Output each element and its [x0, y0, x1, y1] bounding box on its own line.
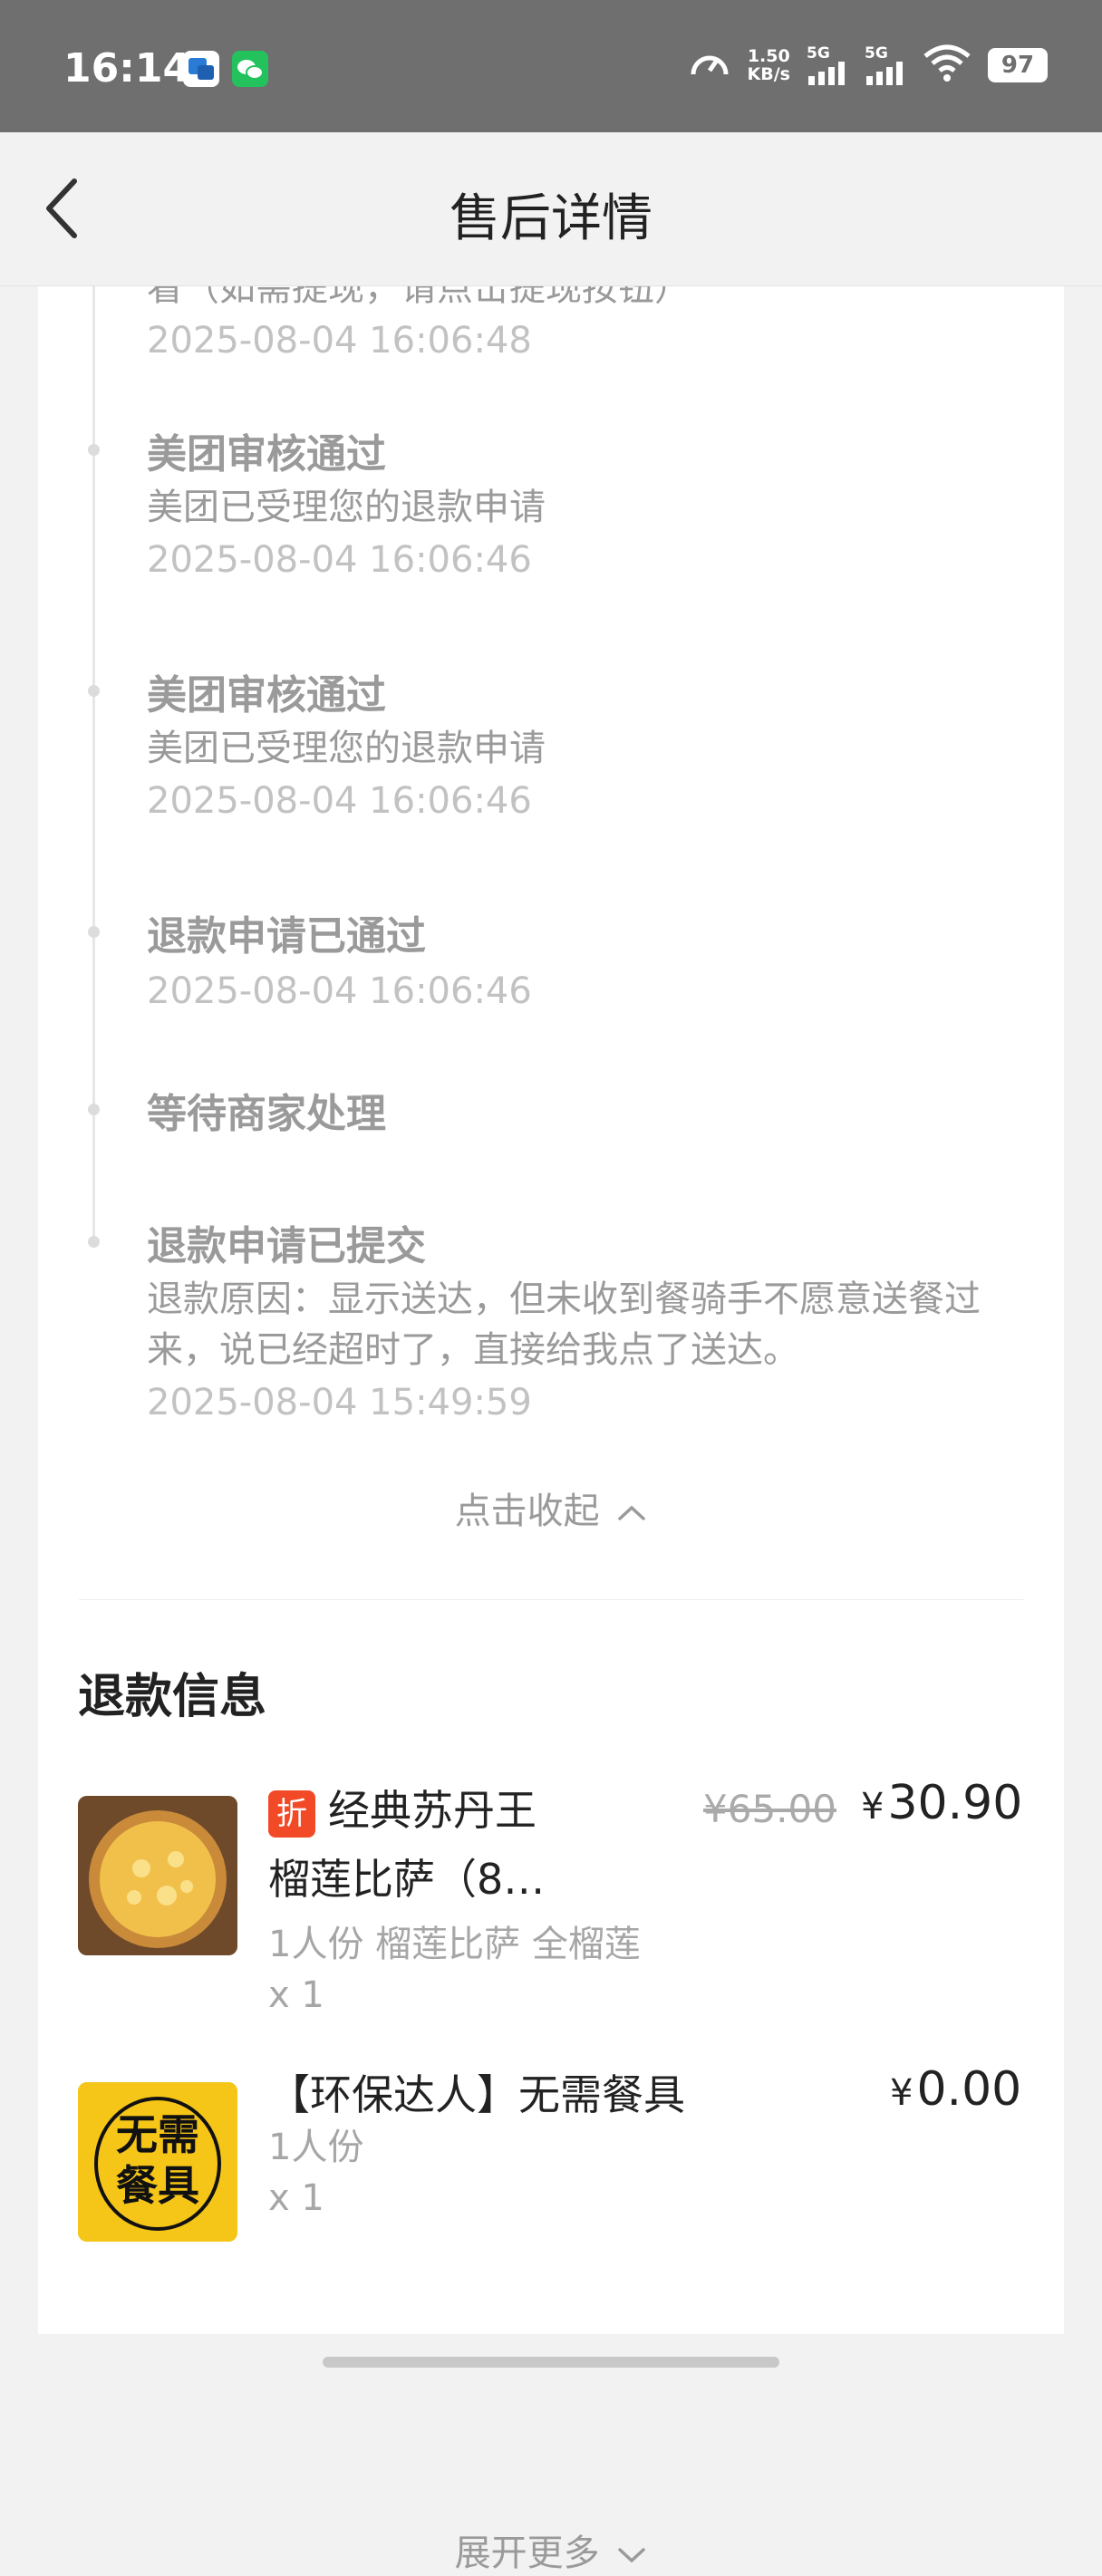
refund-price: ¥30.90	[861, 1776, 1022, 1830]
timeline-title: 退款申请已提交	[147, 1223, 426, 1269]
no-utensils-image-text: 无需餐具	[116, 2110, 199, 2210]
timeline-time: 2025-08-04 16:06:46	[147, 539, 532, 581]
refund-info-title: 退款信息	[78, 1670, 267, 1724]
net-speed-unit: KB/s	[747, 64, 790, 84]
speedometer-icon	[688, 43, 731, 87]
timeline-dot	[88, 1104, 100, 1115]
product-spec: 1人份 榴莲比萨 全榴莲	[268, 1924, 641, 1965]
original-price: ¥65.00	[703, 1787, 836, 1831]
collapse-button[interactable]: 点击收起	[38, 1481, 1064, 1534]
timeline-title: 退款申请已通过	[147, 913, 426, 960]
battery-indicator: 97	[988, 48, 1048, 82]
timeline-item: 美团审核通过 美团已受理您的退款申请 2025-08-04 16:06:46	[147, 669, 1035, 828]
refund-price: ¥0.00	[890, 2062, 1021, 2117]
timeline-dot	[88, 444, 100, 456]
timeline-line	[92, 272, 95, 1241]
pizza-image[interactable]	[78, 1796, 237, 1955]
timeline-time: 2025-08-04 16:06:46	[147, 970, 532, 1012]
wifi-icon	[923, 43, 972, 87]
currency-symbol: ¥	[861, 1786, 884, 1828]
timeline-desc: 美团已受理您的退款申请	[147, 728, 546, 769]
wechat-icon	[232, 51, 268, 87]
timeline-dot	[88, 926, 100, 938]
collapse-label: 点击收起	[454, 1491, 600, 1532]
timeline-desc: 退款原因：显示送达，但未收到餐骑手不愿意送餐过来，说已经超时了，直接给我点了送达…	[147, 1278, 981, 1371]
no-utensils-image[interactable]: 无需餐具	[78, 2082, 237, 2242]
page-title: 售后详情	[450, 189, 652, 248]
after-sale-card: 看（如需提现，请点击提现按钮） 2025-08-04 16:06:48 美团审核…	[38, 267, 1064, 2574]
status-time: 16:14	[63, 45, 191, 92]
timeline-time: 2025-08-04 15:49:59	[147, 1382, 532, 1423]
signal-icon-2: 5G	[865, 45, 906, 85]
status-right-group: 1.50 KB/s 5G 5G 97	[688, 43, 1048, 87]
home-indicator[interactable]	[323, 2357, 779, 2368]
signal-icon-1: 5G	[807, 45, 848, 85]
nav-bar: 售后详情	[0, 132, 1102, 286]
chevron-down-icon	[618, 2548, 646, 2563]
currency-symbol: ¥	[890, 2072, 914, 2114]
discount-badge: 折	[268, 1790, 315, 1838]
product-name-line1: 经典苏丹王	[328, 1786, 536, 1835]
timeline-dot	[88, 1236, 100, 1248]
product-spec: 1人份	[268, 2127, 364, 2168]
timeline-dot	[88, 685, 100, 697]
timeline-item: 等待商家处理	[147, 1087, 1035, 1142]
signal-label-1: 5G	[807, 44, 830, 63]
product-qty: x 1	[268, 2177, 324, 2219]
signal-label-2: 5G	[865, 44, 888, 63]
timeline-desc: 美团已受理您的退款申请	[147, 487, 546, 528]
timeline-item: 退款申请已提交 退款原因：显示送达，但未收到餐骑手不愿意送餐过来，说已经超时了，…	[147, 1220, 1035, 1430]
product-name-line2[interactable]: 榴莲比萨（8…	[268, 1845, 545, 1914]
status-bar: 16:14 1.50 KB/s 5G 5G 97	[0, 0, 1102, 132]
product-name[interactable]: 【环保达人】无需餐具	[268, 2060, 685, 2129]
timeline-item: 美团审核通过 美团已受理您的退款申请 2025-08-04 16:06:46	[147, 428, 1035, 587]
chevron-up-icon	[618, 1505, 646, 1520]
divider	[79, 1599, 1023, 1600]
timeline-time: 2025-08-04 16:06:46	[147, 780, 532, 822]
net-speed-value: 1.50	[747, 46, 790, 66]
refund-price-value: 0.00	[916, 2062, 1022, 2117]
refund-price-value: 30.90	[887, 1776, 1023, 1830]
timeline-title: 美团审核通过	[147, 672, 386, 719]
expand-more-label: 展开更多	[454, 2533, 600, 2574]
product-qty: x 1	[268, 1974, 324, 2016]
timeline-time: 2025-08-04 16:06:48	[147, 320, 532, 362]
timeline-title: 等待商家处理	[147, 1091, 386, 1137]
net-speed: 1.50 KB/s	[748, 47, 790, 83]
timeline-title: 美团审核通过	[147, 431, 386, 478]
expand-more-button[interactable]: 展开更多	[38, 2523, 1064, 2576]
timeline-item: 退款申请已通过 2025-08-04 16:06:46	[147, 910, 1035, 1018]
mail-app-icon	[183, 51, 219, 87]
product-name[interactable]: 折经典苏丹王	[268, 1776, 536, 1845]
